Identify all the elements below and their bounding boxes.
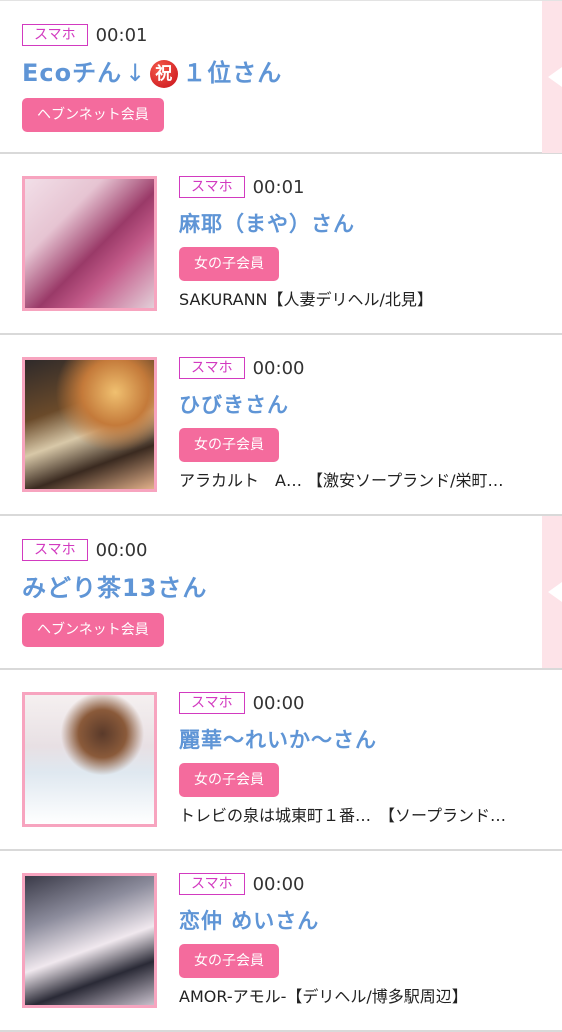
- user-name[interactable]: ひびきさん: [179, 391, 554, 419]
- entry-header: スマホ 00:01: [22, 24, 532, 50]
- user-name[interactable]: 麻耶（まや）さん: [179, 210, 554, 238]
- member-type-button[interactable]: 女の子会員: [179, 247, 279, 281]
- entry-content: スマホ 00:00 麗華〜れいか〜さん 女の子会員 トレビの泉は城東町１番… 【ソ…: [179, 692, 554, 827]
- user-name-suffix: １位さん: [182, 59, 283, 87]
- user-name-text: Ecoチん: [22, 59, 123, 87]
- list-item-girl[interactable]: スマホ 00:00 恋仲 めいさん 女の子会員 AMOR-アモル-【デリヘル/博多…: [0, 851, 562, 1032]
- user-name[interactable]: Ecoチん ↓ 祝 １位さん: [22, 58, 532, 88]
- list-item-girl[interactable]: スマホ 00:00 麗華〜れいか〜さん 女の子会員 トレビの泉は城東町１番… 【ソ…: [0, 670, 562, 851]
- profile-photo[interactable]: [22, 357, 157, 492]
- entry-header: スマホ 00:00: [22, 539, 532, 565]
- entry-header: スマホ 00:00: [179, 692, 554, 718]
- side-tab-arrow-icon[interactable]: [542, 1, 562, 153]
- user-name[interactable]: 麗華〜れいか〜さん: [179, 726, 554, 754]
- member-type-button[interactable]: ヘブンネット会員: [22, 98, 164, 132]
- device-badge: スマホ: [179, 692, 245, 714]
- post-time: 00:00: [252, 873, 305, 895]
- device-badge: スマホ: [22, 539, 88, 561]
- shop-info[interactable]: AMOR-アモル-【デリヘル/博多駅周辺】: [179, 986, 554, 1008]
- post-time: 00:00: [252, 357, 305, 379]
- photo-image: [25, 179, 154, 308]
- shop-info[interactable]: トレビの泉は城東町１番… 【ソープランド…: [179, 805, 554, 827]
- message-list: スマホ 00:01 Ecoチん ↓ 祝 １位さん ヘブンネット会員 スマホ 00:01 麻…: [0, 0, 562, 1032]
- user-name[interactable]: 恋仲 めいさん: [179, 907, 554, 935]
- profile-photo[interactable]: [22, 176, 157, 311]
- member-type-button[interactable]: 女の子会員: [179, 763, 279, 797]
- member-type-button[interactable]: 女の子会員: [179, 944, 279, 978]
- entry-content: スマホ 00:00 みどり茶13さん ヘブンネット会員: [22, 539, 532, 647]
- photo-image: [25, 876, 154, 1005]
- list-item-girl[interactable]: スマホ 00:00 ひびきさん 女の子会員 アラカルト A… 【激安ソープランド/…: [0, 335, 562, 516]
- member-type-button[interactable]: ヘブンネット会員: [22, 613, 164, 647]
- shop-info[interactable]: アラカルト A… 【激安ソープランド/栄町…: [179, 470, 554, 492]
- side-tab-arrow-icon[interactable]: [542, 516, 562, 668]
- photo-image: [25, 695, 154, 824]
- list-item-member[interactable]: スマホ 00:01 Ecoチん ↓ 祝 １位さん ヘブンネット会員: [0, 0, 562, 154]
- device-badge: スマホ: [179, 873, 245, 895]
- post-time: 00:01: [252, 176, 305, 198]
- entry-header: スマホ 00:00: [179, 357, 554, 383]
- entry-content: スマホ 00:01 Ecoチん ↓ 祝 １位さん ヘブンネット会員: [22, 24, 532, 132]
- entry-header: スマホ 00:01: [179, 176, 554, 202]
- post-time: 00:00: [95, 539, 148, 561]
- entry-content: スマホ 00:01 麻耶（まや）さん 女の子会員 SAKURANN【人妻デリヘル/…: [179, 176, 554, 311]
- down-arrow-glyph: ↓: [125, 59, 147, 87]
- device-badge: スマホ: [179, 176, 245, 198]
- member-type-button[interactable]: 女の子会員: [179, 428, 279, 462]
- user-name[interactable]: みどり茶13さん: [22, 573, 532, 603]
- device-badge: スマホ: [22, 24, 88, 46]
- list-item-girl[interactable]: スマホ 00:01 麻耶（まや）さん 女の子会員 SAKURANN【人妻デリヘル/…: [0, 154, 562, 335]
- profile-photo[interactable]: [22, 692, 157, 827]
- entry-content: スマホ 00:00 恋仲 めいさん 女の子会員 AMOR-アモル-【デリヘル/博多…: [179, 873, 554, 1008]
- post-time: 00:01: [95, 24, 148, 46]
- device-badge: スマホ: [179, 357, 245, 379]
- post-time: 00:00: [252, 692, 305, 714]
- entry-content: スマホ 00:00 ひびきさん 女の子会員 アラカルト A… 【激安ソープランド/…: [179, 357, 554, 492]
- entry-header: スマホ 00:00: [179, 873, 554, 899]
- profile-photo[interactable]: [22, 873, 157, 1008]
- list-item-member[interactable]: スマホ 00:00 みどり茶13さん ヘブンネット会員: [0, 516, 562, 670]
- photo-image: [25, 360, 154, 489]
- shop-info[interactable]: SAKURANN【人妻デリヘル/北見】: [179, 289, 554, 311]
- celebrate-icon: 祝: [150, 60, 179, 88]
